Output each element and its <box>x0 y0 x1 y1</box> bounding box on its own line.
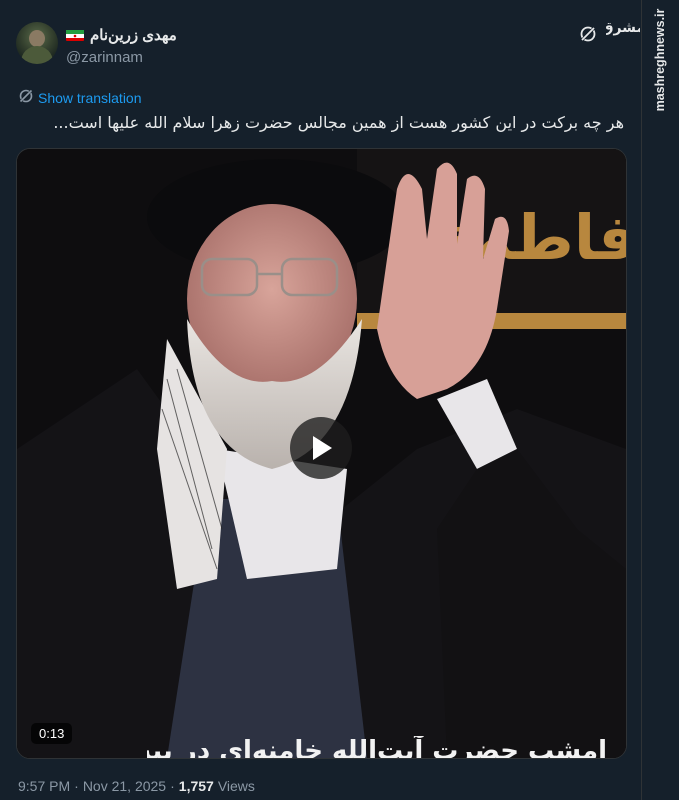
grok-icon[interactable] <box>578 24 598 44</box>
avatar[interactable] <box>16 22 58 64</box>
author-name-row: مهدی زرین‌نام <box>66 26 177 44</box>
show-translation-button[interactable]: Show translation <box>18 88 142 107</box>
source-divider <box>641 0 642 800</box>
tweet-meta: 9:57 PM · Nov 21, 2025 · 1,757 Views <box>18 778 255 794</box>
video-duration-badge: 0:13 <box>31 723 73 744</box>
views-label: Views <box>217 778 255 794</box>
video-subtitle: امشب حضرت آیت‌الله خامنه‌ای در بیت رهبری <box>147 736 607 759</box>
meta-separator: · <box>74 778 79 794</box>
views-count: 1,757 <box>178 778 214 794</box>
tweet-date[interactable]: Nov 21, 2025 <box>83 778 166 794</box>
author-handle[interactable]: @zarinnam <box>66 49 143 66</box>
play-icon <box>308 434 334 462</box>
iran-flag-icon <box>66 29 84 41</box>
tweet-text: هر چه برکت در این کشور هست از همین مجالس… <box>53 113 624 132</box>
video-player[interactable]: فاطمة 0:13 امشب ح <box>16 148 627 759</box>
translate-icon <box>18 88 34 107</box>
meta-separator: · <box>170 778 175 794</box>
author-display-name[interactable]: مهدی زرین‌نام <box>90 26 177 44</box>
source-url: mashreghnews.ir <box>653 8 667 112</box>
source-logo: مشرق <box>601 16 645 38</box>
svg-text:مشرق: مشرق <box>606 20 640 36</box>
tweet-time[interactable]: 9:57 PM <box>18 778 70 794</box>
show-translation-label: Show translation <box>38 89 142 106</box>
play-button[interactable] <box>290 417 352 479</box>
